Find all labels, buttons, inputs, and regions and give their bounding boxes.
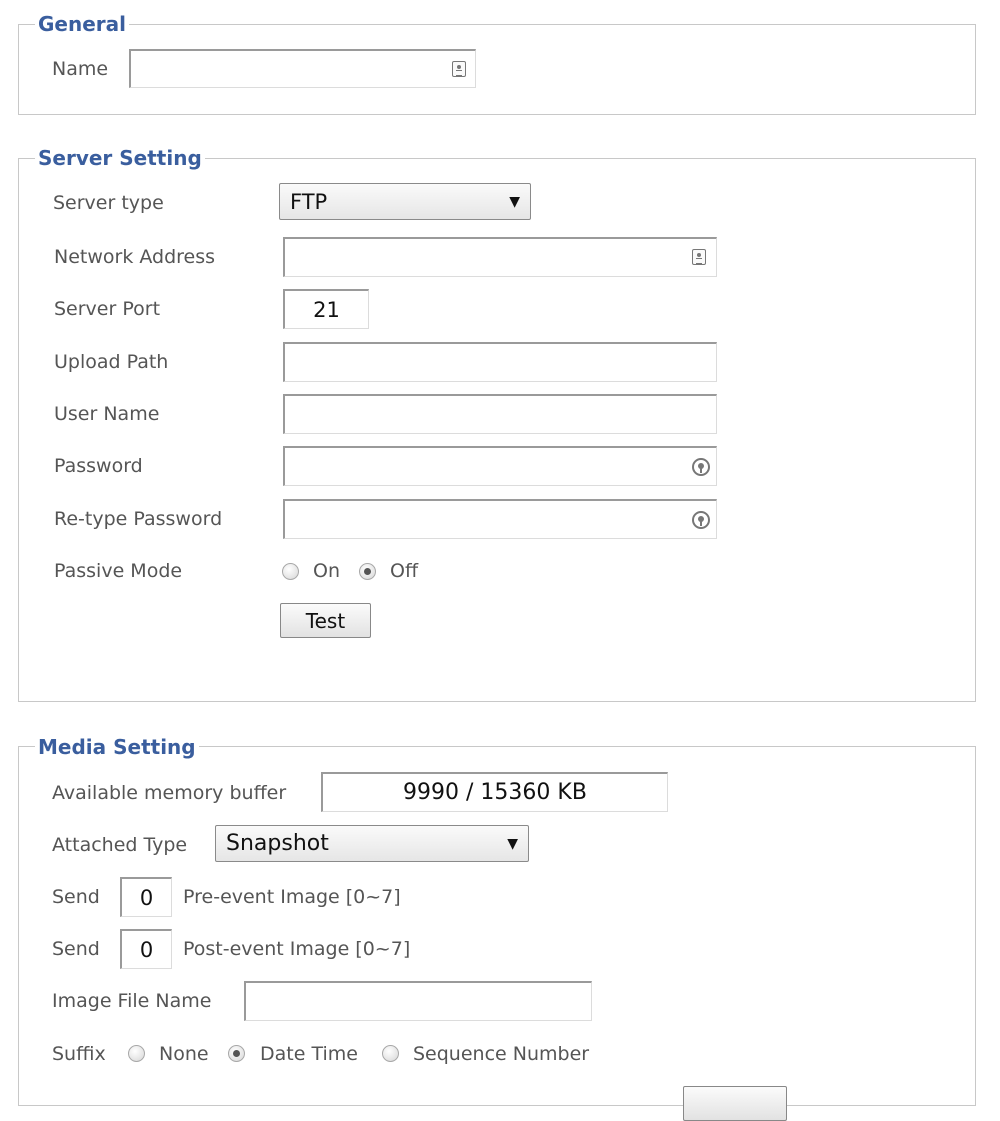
media-setting-legend: Media Setting (35, 735, 199, 759)
key-icon[interactable] (692, 458, 710, 476)
send-label: Send (52, 938, 100, 960)
suffix-datetime-label[interactable]: Date Time (260, 1042, 358, 1066)
server-type-select[interactable]: FTP ▼ (279, 183, 531, 220)
server-type-label: Server type (53, 192, 164, 214)
attached-type-select[interactable]: Snapshot ▼ (215, 825, 529, 862)
user-name-label: User Name (54, 403, 160, 425)
contact-card-icon[interactable] (452, 61, 466, 77)
memory-buffer-value: 9990 / 15360 KB (403, 780, 587, 805)
suffix-sequence-radio[interactable] (382, 1045, 399, 1062)
suffix-none-label[interactable]: None (159, 1042, 209, 1066)
upload-path-value (285, 344, 716, 381)
attached-type-label: Attached Type (52, 834, 188, 856)
post-event-label: Post-event Image [0~7] (183, 938, 411, 960)
user-name-value (285, 396, 716, 433)
chevron-down-icon: ▼ (509, 193, 520, 210)
server-setting-legend: Server Setting (35, 146, 205, 170)
contact-card-icon[interactable] (692, 249, 706, 265)
passive-off-radio[interactable] (359, 563, 376, 580)
test-button[interactable]: Test (280, 603, 371, 638)
retype-password-label: Re-type Password (54, 508, 223, 530)
server-port-value: 21 (313, 297, 340, 322)
name-input[interactable] (129, 49, 476, 88)
upload-path-input[interactable] (283, 342, 717, 382)
passive-on-radio[interactable] (282, 563, 299, 580)
passive-on-label[interactable]: On (313, 559, 340, 583)
passive-mode-label: Passive Mode (54, 560, 183, 582)
memory-buffer-field: 9990 / 15360 KB (321, 772, 668, 812)
network-address-value (285, 239, 716, 276)
pre-event-input[interactable]: 0 (120, 877, 172, 917)
image-file-name-label: Image File Name (52, 990, 212, 1012)
post-event-value: 0 (139, 937, 154, 962)
retype-password-value (285, 501, 716, 538)
pre-event-value: 0 (139, 885, 154, 910)
suffix-datetime-radio[interactable] (228, 1045, 245, 1062)
image-file-name-input[interactable] (244, 981, 592, 1021)
network-address-label: Network Address (54, 246, 216, 268)
pre-event-label: Pre-event Image [0~7] (183, 886, 401, 908)
server-port-input[interactable]: 21 (283, 289, 369, 329)
memory-buffer-label: Available memory buffer (52, 782, 287, 804)
password-value (285, 448, 716, 485)
network-address-input[interactable] (283, 237, 717, 277)
name-label: Name (52, 58, 109, 80)
server-type-value: FTP (290, 189, 328, 214)
upload-path-label: Upload Path (54, 351, 169, 373)
server-port-label: Server Port (54, 298, 161, 320)
suffix-sequence-label[interactable]: Sequence Number (413, 1042, 589, 1066)
attached-type-value: Snapshot (226, 831, 329, 856)
chevron-down-icon: ▼ (507, 835, 518, 852)
user-name-input[interactable] (283, 394, 717, 434)
password-label: Password (54, 455, 143, 477)
key-icon[interactable] (692, 511, 710, 529)
password-input[interactable] (283, 446, 717, 486)
name-input-value (131, 51, 475, 87)
suffix-label: Suffix (52, 1043, 106, 1065)
image-file-name-value (246, 983, 591, 1020)
send-label: Send (52, 886, 100, 908)
cutoff-button[interactable] (683, 1086, 787, 1121)
post-event-input[interactable]: 0 (120, 929, 172, 969)
suffix-none-radio[interactable] (128, 1045, 145, 1062)
passive-off-label[interactable]: Off (390, 559, 418, 583)
general-legend: General (35, 12, 129, 36)
retype-password-input[interactable] (283, 499, 717, 539)
